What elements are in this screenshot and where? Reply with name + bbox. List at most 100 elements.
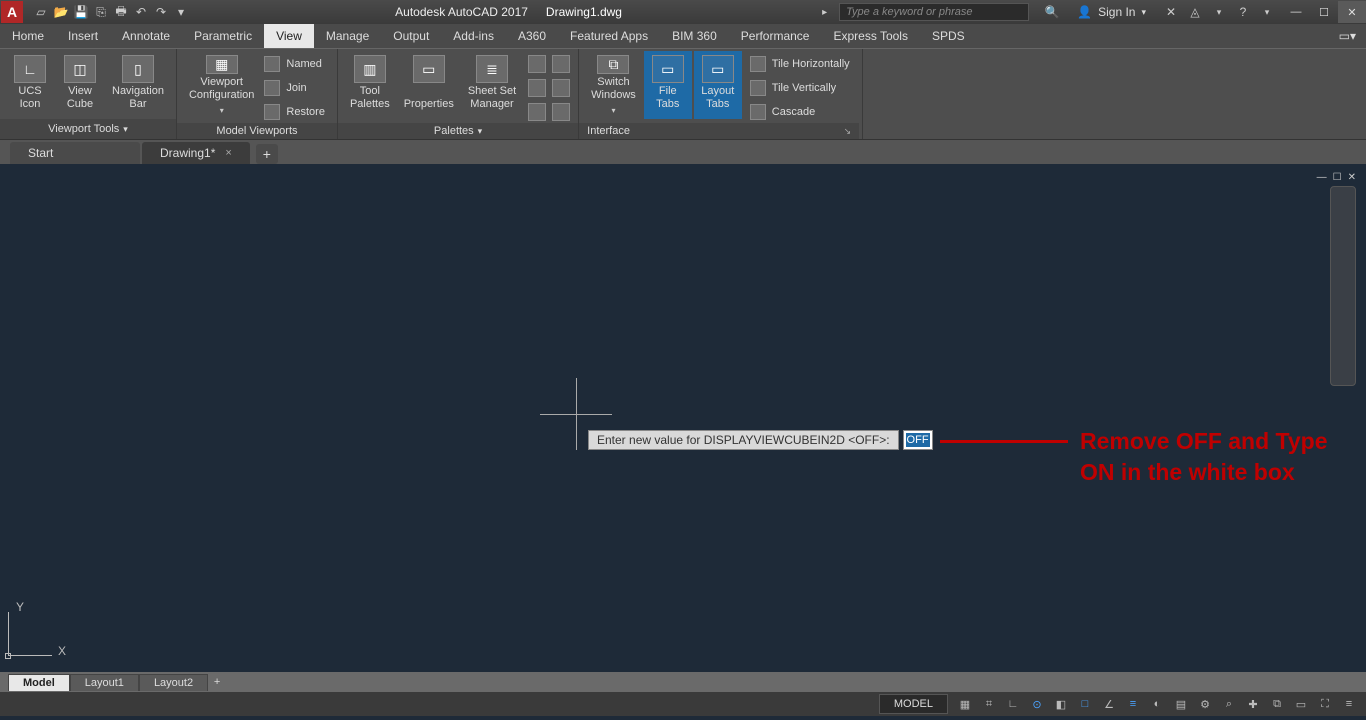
- lineweight-icon[interactable]: ≡: [1124, 695, 1142, 713]
- cleanscreen-icon[interactable]: ⛶: [1316, 695, 1334, 713]
- customize-icon[interactable]: ≡: [1340, 695, 1358, 713]
- exchange-icon[interactable]: ✕: [1162, 3, 1180, 21]
- redo-icon[interactable]: ↷: [153, 4, 169, 20]
- viewport-config-icon: ▦: [206, 55, 238, 74]
- quickprops-icon[interactable]: ▭: [1292, 695, 1310, 713]
- open-icon[interactable]: 📂: [53, 4, 69, 20]
- cascade-button[interactable]: Cascade: [748, 101, 856, 123]
- drawing-canvas[interactable]: — ☐ ✕ Enter new value for DISPLAYVIEWCUB…: [0, 164, 1366, 672]
- signin-button[interactable]: 👤 Sign In ▾: [1067, 5, 1156, 19]
- a360-icon[interactable]: ◬: [1186, 3, 1204, 21]
- chevron-down-icon[interactable]: ▾: [1210, 3, 1228, 21]
- annomonitor-icon[interactable]: ✚: [1244, 695, 1262, 713]
- file-tab-start[interactable]: Start: [10, 142, 140, 164]
- chevron-down-icon[interactable]: ▾: [1258, 3, 1276, 21]
- cube-icon: ◫: [64, 55, 96, 83]
- navigation-bar[interactable]: [1330, 186, 1356, 386]
- tab-insert[interactable]: Insert: [56, 24, 110, 48]
- new-icon[interactable]: ▱: [33, 4, 49, 20]
- navigation-bar-button[interactable]: ▯ Navigation Bar: [106, 51, 170, 119]
- join-viewports-button[interactable]: Join: [262, 77, 331, 99]
- vp-close-icon[interactable]: ✕: [1348, 172, 1356, 183]
- tab-parametric[interactable]: Parametric: [182, 24, 264, 48]
- otrack-icon[interactable]: ∠: [1100, 695, 1118, 713]
- sheet-set-button[interactable]: ≣ Sheet Set Manager: [462, 51, 522, 119]
- cascade-icon: [750, 104, 766, 120]
- workspace-icon[interactable]: ⌕: [1220, 695, 1238, 713]
- tab-express-tools[interactable]: Express Tools: [821, 24, 919, 48]
- properties-button[interactable]: ▭ Properties: [398, 51, 460, 119]
- palette-icon-6[interactable]: [552, 103, 570, 121]
- annoscale-icon[interactable]: ▤: [1172, 695, 1190, 713]
- tool-palettes-button[interactable]: ▥ Tool Palettes: [344, 51, 396, 119]
- tab-addins[interactable]: Add-ins: [441, 24, 506, 48]
- close-button[interactable]: ✕: [1338, 1, 1366, 23]
- panel-title-interface: Interface: [587, 125, 630, 137]
- ortho-icon[interactable]: ∟: [1004, 695, 1022, 713]
- new-tab-button[interactable]: +: [256, 144, 278, 164]
- transparency-icon[interactable]: ◐: [1148, 695, 1166, 713]
- gear-icon[interactable]: ⚙: [1196, 695, 1214, 713]
- isoplane-icon[interactable]: ◧: [1052, 695, 1070, 713]
- view-cube-button[interactable]: ◫ View Cube: [56, 51, 104, 119]
- save-icon[interactable]: 💾: [73, 4, 89, 20]
- sheet-set-label: Sheet Set Manager: [468, 85, 516, 111]
- polar-icon[interactable]: ⊙: [1028, 695, 1046, 713]
- navbar-icon: ▯: [122, 55, 154, 83]
- panel-launcher-icon[interactable]: ↘: [844, 126, 852, 137]
- palette-icon-3[interactable]: [528, 79, 546, 97]
- tab-a360[interactable]: A360: [506, 24, 558, 48]
- tile-horizontally-button[interactable]: Tile Horizontally: [748, 53, 856, 75]
- ucs-icon-button[interactable]: ∟ UCS Icon: [6, 51, 54, 119]
- file-tab-drawing1[interactable]: Drawing1*×: [142, 142, 250, 164]
- layout-tab-layout1[interactable]: Layout1: [70, 674, 139, 691]
- minimize-button[interactable]: —: [1282, 1, 1310, 23]
- layout-tab-layout2[interactable]: Layout2: [139, 674, 208, 691]
- close-tab-icon[interactable]: ×: [225, 147, 231, 159]
- panel-palettes: ▥ Tool Palettes ▭ Properties ≣ Sheet Set…: [338, 49, 579, 139]
- units-icon[interactable]: ⧉: [1268, 695, 1286, 713]
- tab-output[interactable]: Output: [381, 24, 441, 48]
- snap-icon[interactable]: ⌗: [980, 695, 998, 713]
- tab-annotate[interactable]: Annotate: [110, 24, 182, 48]
- tab-performance[interactable]: Performance: [729, 24, 822, 48]
- vp-maximize-icon[interactable]: ☐: [1333, 172, 1342, 183]
- file-tabs-button[interactable]: ▭ File Tabs: [644, 51, 692, 119]
- dynamic-input-field[interactable]: OFF: [903, 430, 933, 450]
- status-model-button[interactable]: MODEL: [879, 694, 948, 714]
- grid-icon[interactable]: ▦: [956, 695, 974, 713]
- tab-home[interactable]: Home: [0, 24, 56, 48]
- palette-icon-1[interactable]: [528, 55, 546, 73]
- help-icon[interactable]: ?: [1234, 3, 1252, 21]
- restore-viewports-button[interactable]: Restore: [262, 101, 331, 123]
- palette-icon-4[interactable]: [552, 79, 570, 97]
- saveas-icon[interactable]: ⎘: [93, 4, 109, 20]
- maximize-button[interactable]: ☐: [1310, 1, 1338, 23]
- palette-icon-5[interactable]: [528, 103, 546, 121]
- vp-minimize-icon[interactable]: —: [1317, 172, 1327, 183]
- plot-icon[interactable]: 🖶: [113, 4, 129, 20]
- panel-title-viewport-tools[interactable]: Viewport Tools: [48, 123, 128, 135]
- tab-manage[interactable]: Manage: [314, 24, 381, 48]
- tab-featured-apps[interactable]: Featured Apps: [558, 24, 660, 48]
- layout-tabs-button[interactable]: ▭ Layout Tabs: [694, 51, 742, 119]
- qat-dropdown-icon[interactable]: ▾: [173, 4, 189, 20]
- undo-icon[interactable]: ↶: [133, 4, 149, 20]
- search-submit-icon[interactable]: 🔍: [1043, 3, 1061, 21]
- named-viewports-button[interactable]: Named: [262, 53, 331, 75]
- tile-vertically-button[interactable]: Tile Vertically: [748, 77, 856, 99]
- tab-bim360[interactable]: BIM 360: [660, 24, 729, 48]
- join-label: Join: [286, 82, 306, 94]
- infocenter-search[interactable]: Type a keyword or phrase: [839, 3, 1029, 21]
- palette-icon-2[interactable]: [552, 55, 570, 73]
- app-menu-button[interactable]: A: [1, 1, 23, 23]
- add-layout-button[interactable]: +: [208, 676, 226, 688]
- tab-spds[interactable]: SPDS: [920, 24, 977, 48]
- osnap-icon[interactable]: □: [1076, 695, 1094, 713]
- panel-title-palettes[interactable]: Palettes: [434, 125, 482, 137]
- layout-tab-model[interactable]: Model: [8, 674, 70, 691]
- viewport-config-button[interactable]: ▦ Viewport Configuration ▾: [183, 51, 260, 119]
- ribbon-options-icon[interactable]: ▭▾: [1339, 29, 1356, 43]
- tab-view[interactable]: View: [264, 24, 314, 48]
- switch-windows-button[interactable]: ⧉ Switch Windows ▾: [585, 51, 642, 119]
